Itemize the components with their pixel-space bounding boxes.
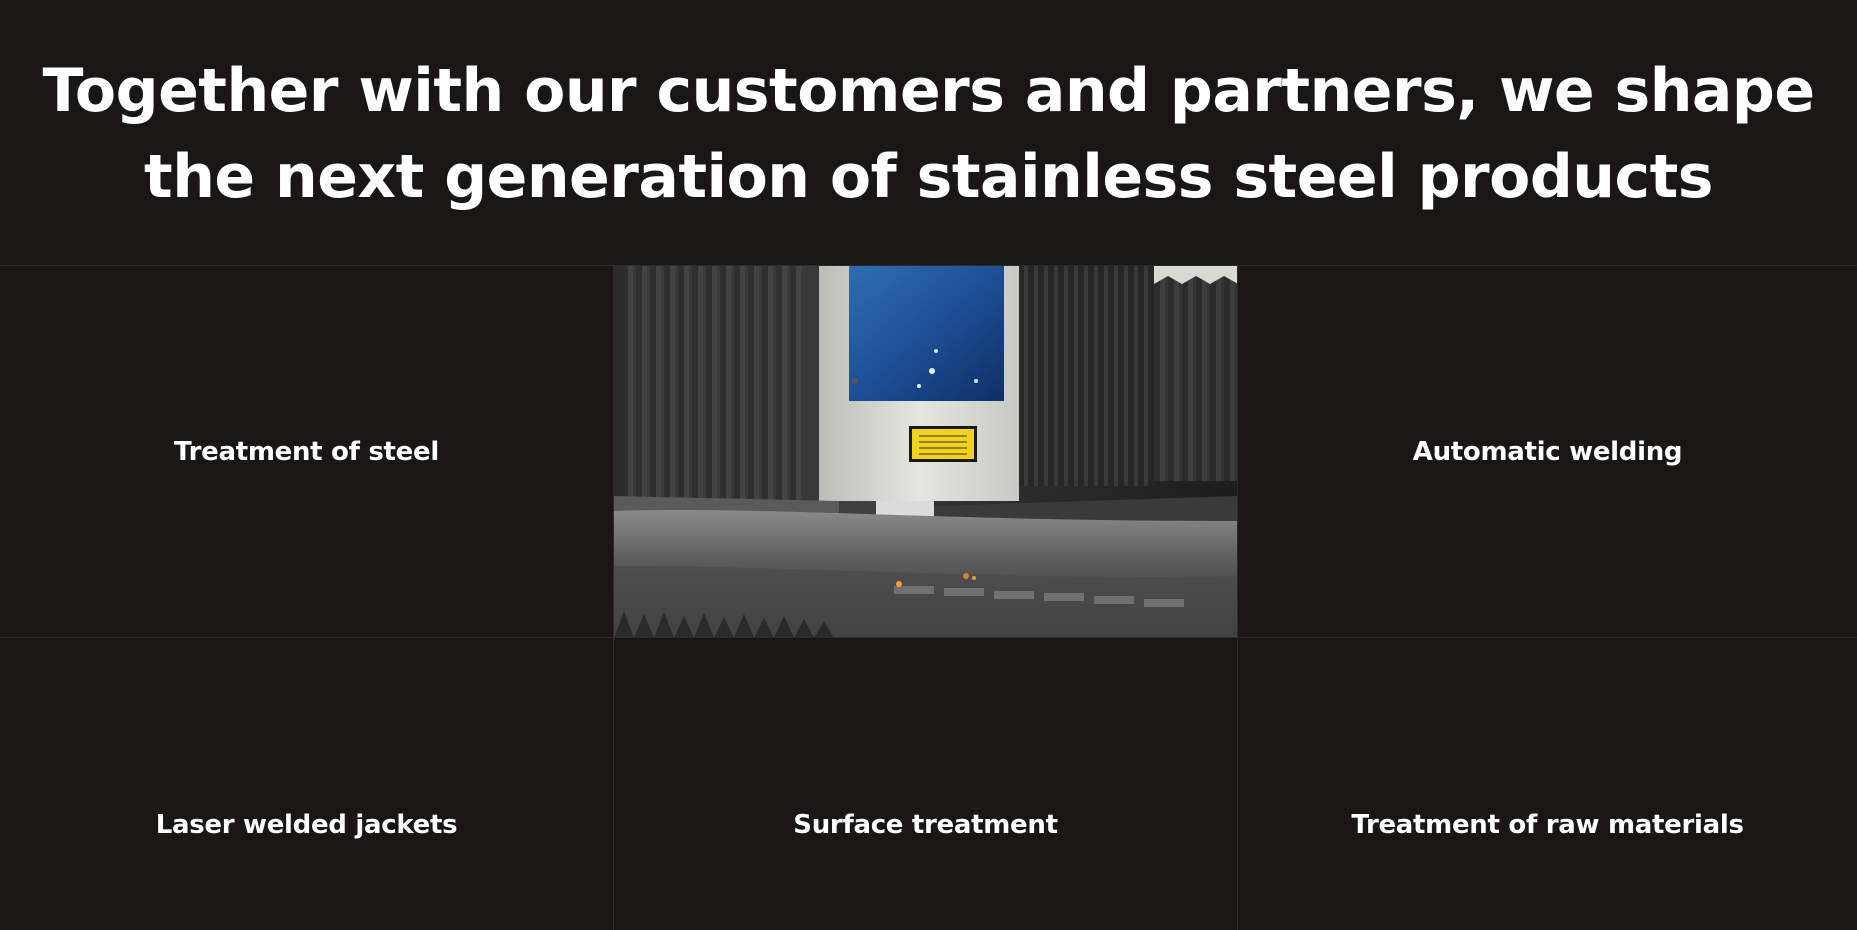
service-card-label: Surface treatment	[793, 810, 1058, 840]
hero-section: Together with our customers and partners…	[0, 0, 1857, 265]
service-card-surface-treatment[interactable]: Surface treatment	[614, 638, 1238, 930]
laser-cutting-machine-image	[614, 266, 1237, 637]
laser-cutting-photo	[614, 266, 1238, 638]
service-card-treatment-of-steel[interactable]: Treatment of steel	[0, 266, 614, 638]
services-grid: Treatment of steel Automatic welding Las…	[0, 265, 1857, 930]
hero-heading: Together with our customers and partners…	[42, 55, 1815, 212]
service-card-label: Treatment of steel	[174, 436, 439, 467]
service-card-label: Automatic welding	[1412, 436, 1683, 467]
service-card-treatment-of-raw-materials[interactable]: Treatment of raw materials	[1238, 638, 1857, 930]
service-card-automatic-welding[interactable]: Automatic welding	[1238, 266, 1857, 638]
page: Together with our customers and partners…	[0, 0, 1857, 930]
service-card-laser-welded-jackets[interactable]: Laser welded jackets	[0, 638, 614, 930]
service-card-label: Laser welded jackets	[155, 810, 458, 840]
service-card-label: Treatment of raw materials	[1351, 810, 1744, 840]
